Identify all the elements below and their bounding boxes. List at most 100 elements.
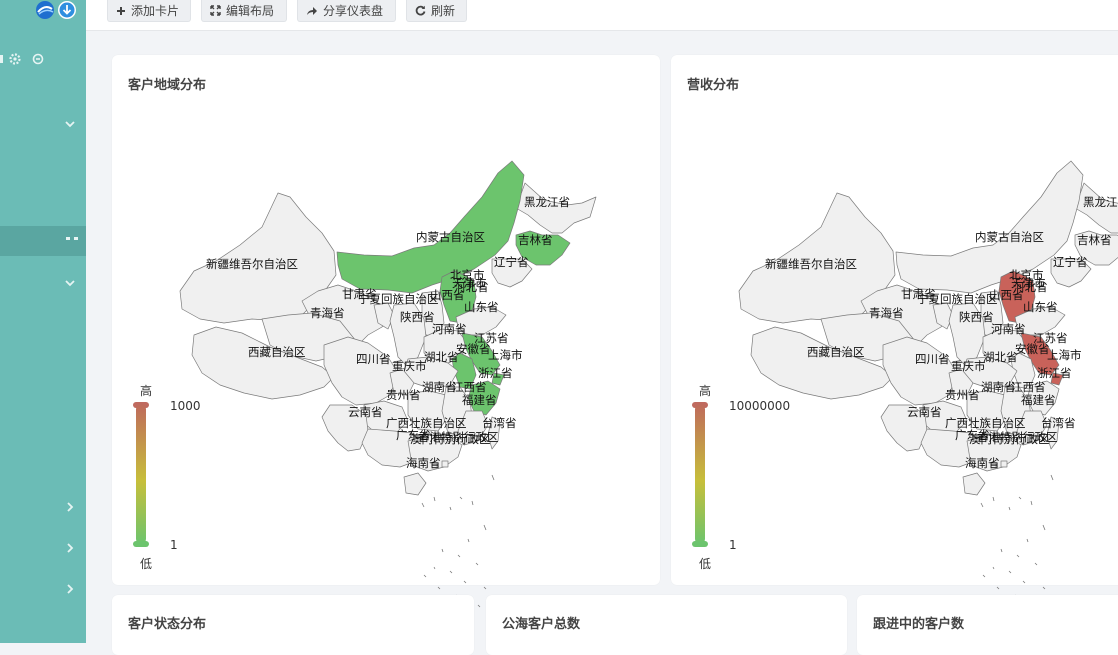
settings-icon[interactable] (9, 53, 21, 65)
legend-max: 10000000 (729, 399, 791, 413)
power-icon[interactable] (32, 53, 44, 65)
province-label: 河北省 (1013, 280, 1048, 294)
chevron-right-icon[interactable] (64, 583, 76, 595)
province-label: 江西省 (452, 380, 487, 394)
province-label: 台湾省 (1041, 416, 1076, 430)
south-sea-island (421, 502, 425, 508)
province-label: 浙江省 (1037, 366, 1072, 380)
revenue-card: 营收分布 黑龙江省吉林省内蒙古自治区辽宁省新疆维吾尔自治区北京市天津市甘肃省宁夏… (671, 55, 1118, 608)
south-sea-island (475, 562, 479, 566)
province-label: 福建省 (462, 393, 497, 407)
province-label: 澳门特别行政区 (410, 432, 491, 446)
south-sea-island (433, 566, 436, 570)
province-label: 海南省 (965, 456, 1000, 470)
legend-handle-bottom[interactable] (133, 541, 149, 547)
legend-high: 高 (699, 384, 712, 398)
chevron-down-icon[interactable] (64, 277, 76, 289)
province-label: 澳门特别行政区 (969, 432, 1050, 446)
edit-layout-button[interactable]: 编辑布局 (201, 0, 287, 22)
south-sea-island (1030, 500, 1033, 506)
add-card-label: 添加卡片 (131, 4, 180, 18)
add-card-button[interactable]: 添加卡片 (107, 0, 191, 22)
chevron-down-icon[interactable] (64, 118, 76, 130)
province-label: 吉林省 (518, 233, 553, 247)
share-icon (307, 6, 317, 15)
south-sea-island (459, 496, 463, 500)
south-sea-island (433, 496, 436, 502)
more-icon[interactable] (66, 237, 78, 244)
south-sea-island (437, 586, 441, 590)
refresh-button[interactable]: 刷新 (406, 0, 467, 22)
south-sea-island (980, 502, 984, 508)
south-sea-island (1022, 580, 1026, 584)
south-sea-island (423, 574, 427, 578)
south-sea-island (982, 574, 986, 578)
province-label: 陕西省 (959, 310, 994, 324)
public-pool-card: 公海客户总数 (486, 595, 847, 655)
card-title: 跟进中的客户数 (873, 617, 965, 632)
province-label: 上海市 (488, 348, 523, 362)
province-label: 青海省 (310, 306, 345, 320)
legend-gradient-bar (695, 404, 705, 544)
south-sea-island (1050, 474, 1054, 481)
south-sea-island (992, 496, 995, 502)
province-label: 贵州省 (386, 388, 421, 402)
download-icon[interactable] (58, 1, 76, 19)
south-sea-island (1016, 554, 1020, 558)
province-label: 福建省 (1021, 393, 1056, 407)
province-label: 四川省 (915, 352, 950, 366)
province-label: 河南省 (991, 322, 1026, 336)
south-sea-island (467, 538, 470, 543)
refresh-icon (415, 5, 426, 16)
chevron-right-icon[interactable] (64, 501, 76, 513)
chevron-right-icon[interactable] (64, 542, 76, 554)
province-region[interactable] (403, 472, 427, 496)
legend-handle-bottom[interactable] (692, 541, 708, 547)
province-label: 安徽省 (456, 342, 491, 356)
south-sea-island (471, 500, 474, 506)
province-label: 辽宁省 (1053, 255, 1088, 269)
south-sea-island (477, 604, 481, 608)
south-sea-island (491, 474, 495, 481)
south-sea-island (1018, 496, 1022, 500)
legend-low: 低 (699, 557, 712, 571)
sidebar-tools (0, 51, 50, 70)
province-label: 海南省 (406, 456, 441, 470)
share-dashboard-label: 分享仪表盘 (323, 4, 384, 18)
south-sea-island (463, 580, 467, 584)
south-sea-island (1008, 506, 1011, 511)
card-title: 客户状态分布 (128, 617, 207, 632)
province-region[interactable] (962, 472, 986, 496)
customer-status-card: 客户状态分布 (112, 595, 474, 655)
province-label: 新疆维吾尔自治区 (206, 257, 298, 271)
legend-high: 高 (140, 384, 153, 398)
province-label: 内蒙古自治区 (975, 230, 1044, 244)
south-sea-island (441, 548, 444, 553)
province-label: 山东省 (464, 300, 499, 314)
sidebar-logo (36, 0, 80, 26)
province-region[interactable] (1000, 460, 1008, 468)
sidebar-item-active[interactable] (0, 226, 86, 256)
province-label: 山东省 (1023, 300, 1058, 314)
province-label: 吉林省 (1077, 233, 1112, 247)
province-region[interactable] (441, 460, 449, 468)
china-map[interactable]: 黑龙江省吉林省内蒙古自治区辽宁省新疆维吾尔自治区北京市天津市甘肃省宁夏回族自治区… (671, 55, 1118, 608)
province-label: 重庆市 (392, 359, 427, 373)
china-map[interactable]: 黑龙江省吉林省内蒙古自治区辽宁省新疆维吾尔自治区北京市天津市甘肃省宁夏回族自治区… (112, 55, 660, 608)
province-label: 江西省 (1011, 380, 1046, 394)
share-dashboard-button[interactable]: 分享仪表盘 (297, 0, 396, 22)
edit-layout-label: 编辑布局 (226, 4, 275, 18)
customer-region-card: 客户地域分布 黑龙江省 吉林省 内蒙古自治区 辽宁省 新疆维吾尔自治区 北京市 天津市 甘肃省… (112, 55, 660, 608)
province-label: 湖北省 (424, 350, 459, 364)
south-sea-island (996, 586, 1000, 590)
south-sea-island (992, 566, 995, 570)
legend-min: 1 (729, 538, 737, 552)
south-sea-island (1034, 562, 1038, 566)
province-label: 四川省 (356, 352, 391, 366)
province-label: 云南省 (348, 405, 383, 419)
south-sea-island (1026, 538, 1029, 543)
province-label: 西藏自治区 (807, 345, 865, 359)
south-sea-island (449, 570, 453, 574)
province-label: 陕西省 (400, 310, 435, 324)
province-label: 安徽省 (1015, 342, 1050, 356)
